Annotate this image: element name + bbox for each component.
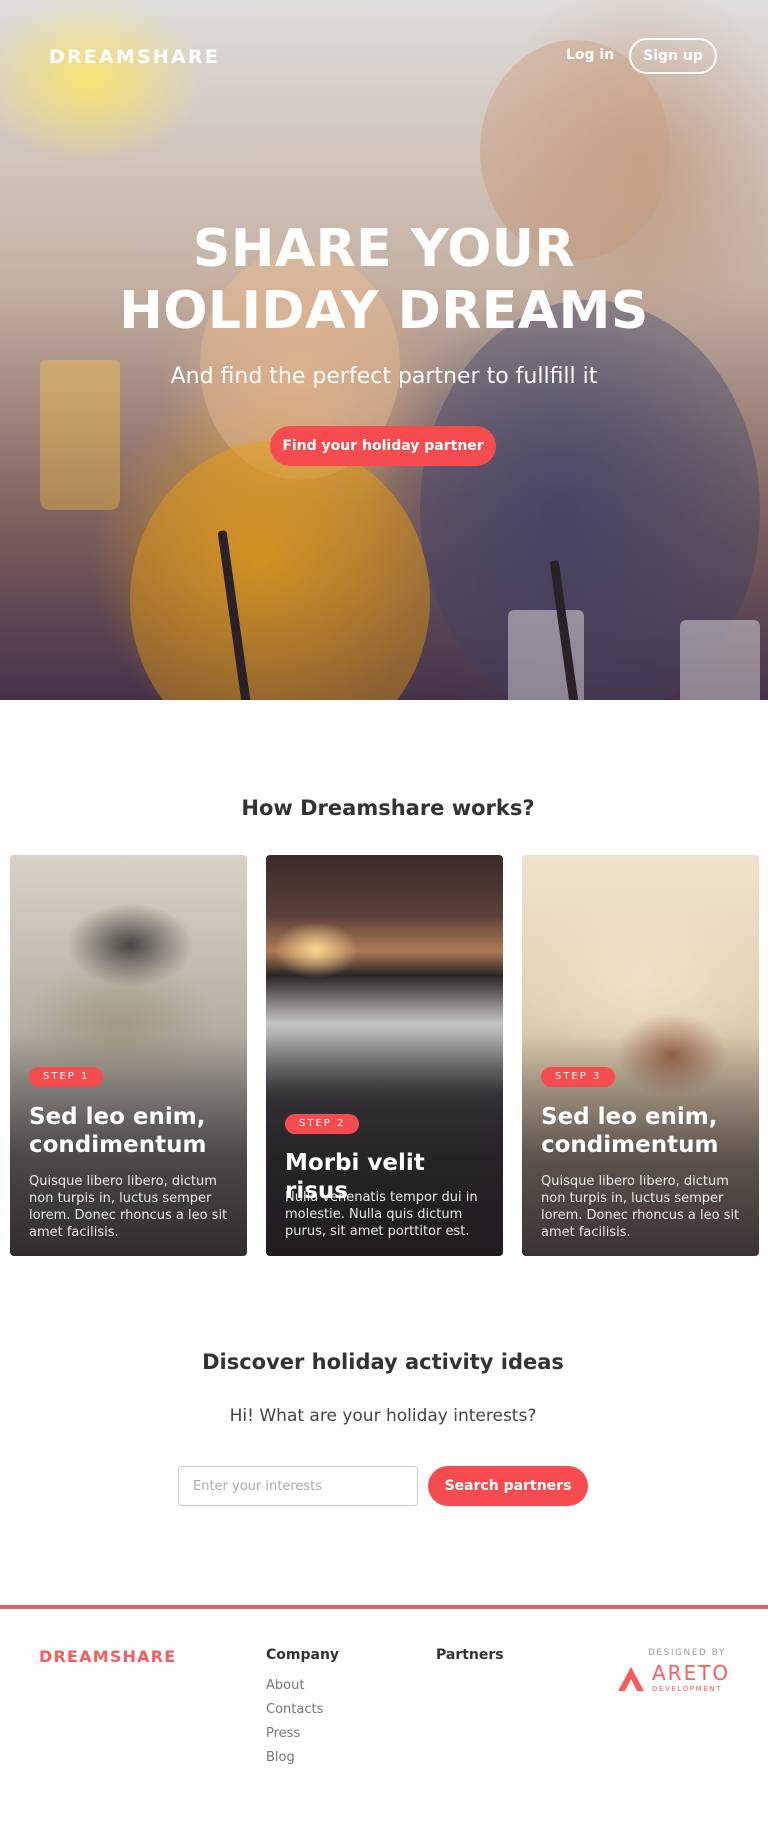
footer-logo[interactable]: DREAMSHARE	[39, 1647, 176, 1666]
step-card-3[interactable]: STEP 3 Sed leo enim, condimentum Quisque…	[522, 855, 759, 1256]
interests-input[interactable]	[178, 1466, 418, 1506]
hero-title-line-1: SHARE YOUR	[192, 219, 576, 279]
hero-title-line-2: HOLIDAY DREAMS	[119, 281, 649, 341]
footer-company-links: About Contacts Press Blog	[266, 1677, 323, 1773]
nav-logo[interactable]: DREAMSHARE	[49, 46, 220, 68]
footer-company-heading: Company	[266, 1647, 340, 1663]
step-card-text: Nulla venenatis tempor dui in molestie. …	[285, 1190, 478, 1239]
how-it-works-title: How Dreamshare works?	[241, 796, 535, 820]
hero-photo-denim	[420, 300, 760, 700]
hero-title: SHARE YOUR HOLIDAY DREAMS	[0, 218, 768, 342]
login-link[interactable]: Log in	[566, 47, 614, 63]
step-card-text: Quisque libero libero, dictum non turpis…	[29, 1174, 228, 1240]
footer-link-contacts[interactable]: Contacts	[266, 1701, 323, 1725]
step-badge: STEP 1	[29, 1067, 104, 1087]
step-card-2[interactable]: STEP 2 Morbi velit risus Nulla venenatis…	[266, 855, 503, 1256]
discover-subtitle: Hi! What are your holiday interests?	[229, 1406, 537, 1426]
hero-photo-straw-1	[217, 530, 252, 700]
hero-photo-glass-right	[680, 620, 760, 700]
step-card-1[interactable]: STEP 1 Sed leo enim, condimentum Quisque…	[10, 855, 247, 1256]
hero-photo-glass-mid	[508, 610, 584, 700]
hero-section: DREAMSHARE Log in Sign up SHARE YOUR HOL…	[0, 0, 768, 700]
areto-logo-icon	[618, 1667, 644, 1691]
footer-divider	[0, 1605, 768, 1609]
hero-photo-straw-2	[549, 560, 580, 700]
footer-link-about[interactable]: About	[266, 1677, 323, 1701]
discover-title: Discover holiday activity ideas	[202, 1350, 564, 1374]
find-partner-button[interactable]: Find your holiday partner	[270, 426, 496, 466]
step-card-title: Sed leo enim, condimentum	[29, 1104, 207, 1158]
footer-partners-heading: Partners	[436, 1647, 504, 1663]
hero-subtitle: And find the perfect partner to fullfill…	[170, 364, 598, 389]
designed-by-label: DESIGNED BY	[648, 1648, 726, 1658]
step-badge: STEP 3	[541, 1067, 616, 1087]
designer-name[interactable]: ARETO	[652, 1661, 730, 1685]
search-partners-button[interactable]: Search partners	[428, 1466, 588, 1506]
footer-link-blog[interactable]: Blog	[266, 1749, 323, 1773]
step-card-title: Sed leo enim, condimentum	[541, 1104, 719, 1158]
designer-subtitle: DEVELOPMENT	[652, 1685, 722, 1693]
signup-button[interactable]: Sign up	[629, 38, 717, 74]
step-badge: STEP 2	[285, 1114, 360, 1134]
step-card-text: Quisque libero libero, dictum non turpis…	[541, 1174, 740, 1240]
hero-photo-shirt	[130, 440, 430, 700]
footer-link-press[interactable]: Press	[266, 1725, 323, 1749]
